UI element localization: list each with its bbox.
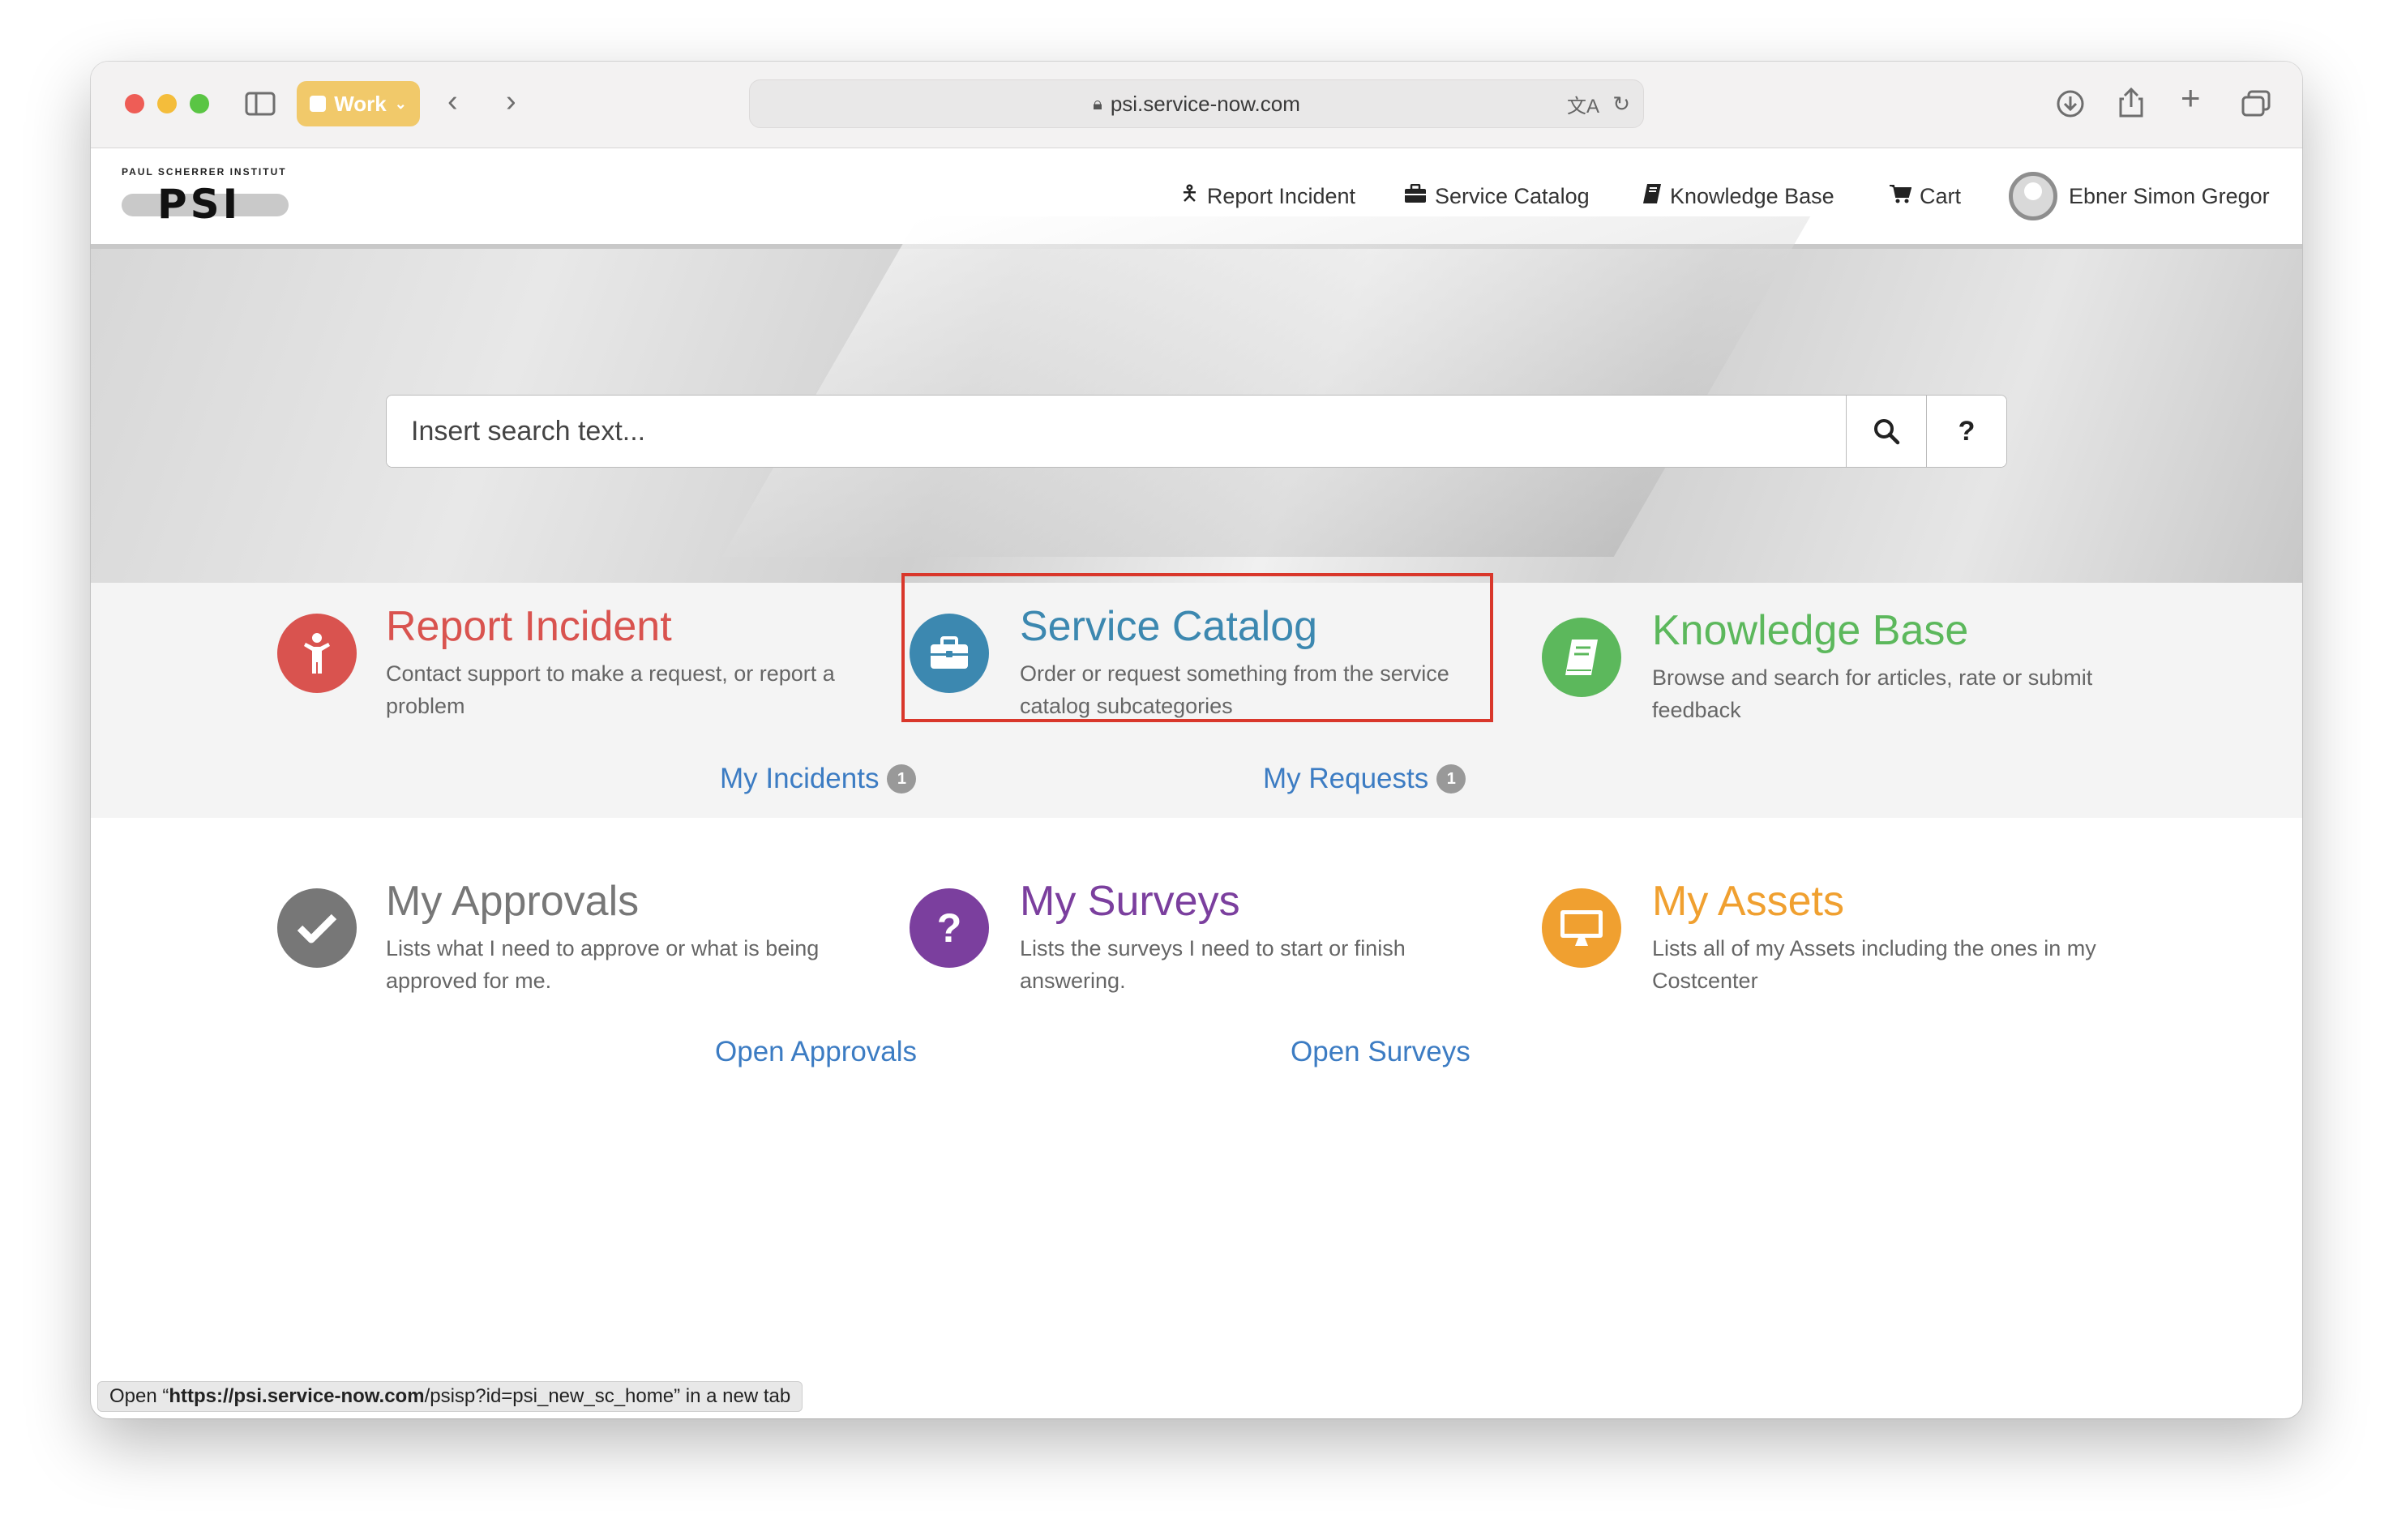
open-surveys-link[interactable]: Open Surveys — [1291, 1036, 1470, 1068]
browser-window: Work ⌄ ‹ › 🔒︎ psi.service-now.com 文A ↻ +… — [91, 62, 2302, 1418]
hero-banner: ? — [91, 249, 2302, 583]
search-icon — [1874, 419, 1900, 445]
person-icon: 🯅 — [1180, 181, 1199, 205]
translate-icon[interactable]: 文A — [1567, 90, 1599, 118]
tile-title[interactable]: My Approvals — [386, 877, 639, 926]
book-icon — [1642, 183, 1662, 210]
highlight-box — [901, 573, 1493, 722]
tile-description: Lists what I need to approve or what is … — [386, 936, 820, 993]
tab-group-icon — [310, 96, 327, 112]
status-url-host: https://psi.service-now.com — [169, 1385, 425, 1407]
minimize-window-button[interactable] — [157, 94, 177, 113]
tab-group-button[interactable]: Work ⌄ — [297, 81, 420, 126]
open-approvals-link[interactable]: Open Approvals — [715, 1036, 917, 1068]
link-status-bar: Open “https://psi.service-now.com/psisp?… — [97, 1381, 803, 1412]
nav-label: Service Catalog — [1435, 183, 1590, 208]
status-suffix: ” in a new tab — [674, 1385, 791, 1407]
tile-title[interactable]: Report Incident — [386, 602, 672, 651]
psi-logo[interactable]: PAUL SCHERRER INSTITUT PSI — [122, 166, 292, 229]
zoom-window-button[interactable] — [190, 94, 209, 113]
tile-title[interactable]: My Surveys — [1020, 877, 1240, 926]
tab-group-label: Work — [334, 91, 387, 116]
tile-description: Contact support to make a request, or re… — [386, 661, 835, 718]
link-label: My Requests — [1263, 763, 1429, 794]
nav-label: Report Incident — [1206, 183, 1355, 208]
user-menu[interactable]: Ebner Simon Gregor — [2009, 148, 2270, 244]
nav-label: Knowledge Base — [1670, 183, 1834, 208]
status-url-path: /psisp?id=psi_new_sc_home — [424, 1385, 674, 1407]
question-icon[interactable]: ? — [910, 888, 989, 968]
browser-toolbar: Work ⌄ ‹ › 🔒︎ psi.service-now.com 文A ↻ + — [91, 62, 2302, 148]
tile-description: Lists all of my Assets including the one… — [1652, 936, 2096, 993]
chevron-down-icon: ⌄ — [394, 95, 407, 112]
user-name: Ebner Simon Gregor — [2069, 183, 2270, 208]
my-incidents-link[interactable]: My Incidents 1 — [720, 763, 917, 795]
status-prefix: Open “ — [109, 1385, 169, 1407]
avatar — [2009, 172, 2057, 220]
lock-icon: 🔒︎ — [1093, 93, 1102, 113]
count-badge: 1 — [1436, 764, 1466, 794]
tile-description: Lists the surveys I need to start or fin… — [1020, 936, 1406, 993]
search-help-button[interactable]: ? — [1926, 396, 2006, 467]
check-icon[interactable] — [277, 888, 357, 968]
new-tab-icon[interactable]: + — [2181, 81, 2201, 115]
book-icon[interactable] — [1542, 618, 1621, 697]
count-badge: 1 — [887, 764, 917, 794]
logo-text: PAUL SCHERRER INSTITUT — [122, 166, 287, 178]
forward-icon[interactable]: › — [506, 86, 516, 117]
monitor-icon[interactable] — [1542, 888, 1621, 968]
sidebar-toggle-icon[interactable] — [245, 91, 276, 122]
close-window-button[interactable] — [125, 94, 144, 113]
nav-cart[interactable]: Cart — [1889, 148, 1961, 244]
person-icon[interactable] — [277, 614, 357, 693]
link-label: My Incidents — [720, 763, 880, 794]
reload-icon[interactable]: ↻ — [1612, 92, 1630, 117]
search-bar: ? — [386, 395, 2007, 468]
search-input[interactable] — [387, 396, 1846, 467]
nav-label: Cart — [1920, 183, 1962, 208]
back-icon[interactable]: ‹ — [447, 86, 458, 117]
downloads-icon[interactable] — [2056, 89, 2085, 123]
briefcase-icon — [1404, 183, 1427, 209]
address-url: psi.service-now.com — [1110, 91, 1300, 116]
tile-title[interactable]: My Assets — [1652, 877, 1844, 926]
address-bar[interactable]: 🔒︎ psi.service-now.com 文A ↻ — [749, 79, 1644, 128]
tile-description: Browse and search for articles, rate or … — [1652, 665, 2093, 722]
tab-overview-icon[interactable] — [2241, 89, 2271, 123]
my-requests-link[interactable]: My Requests 1 — [1263, 763, 1466, 795]
tile-title[interactable]: Knowledge Base — [1652, 606, 1968, 655]
cart-icon — [1889, 184, 1912, 209]
search-button[interactable] — [1846, 396, 1926, 467]
logo-mark: PSI — [157, 181, 242, 228]
share-icon[interactable] — [2117, 86, 2145, 123]
